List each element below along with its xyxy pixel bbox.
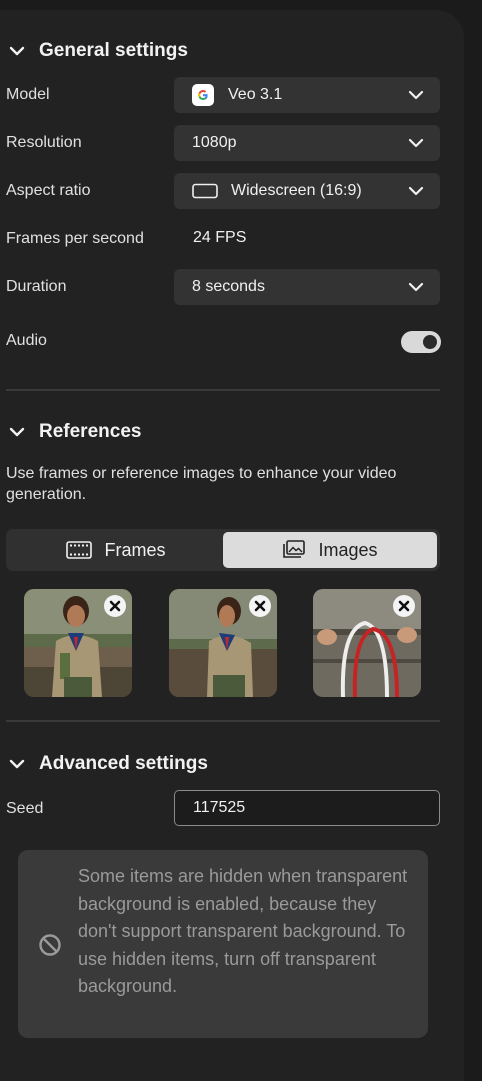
remove-image-button[interactable]: [393, 595, 415, 617]
aspect-ratio-select[interactable]: Widescreen (16:9): [174, 173, 440, 209]
aspect-ratio-label: Aspect ratio: [6, 182, 91, 199]
general-settings-header[interactable]: General settings: [8, 40, 188, 62]
model-select[interactable]: Veo 3.1: [174, 77, 440, 113]
audio-label: Audio: [6, 332, 47, 349]
chevron-down-icon: [408, 186, 424, 196]
tab-label: Frames: [104, 539, 166, 560]
references-description: Use frames or reference images to enhanc…: [6, 465, 397, 503]
remove-image-button[interactable]: [249, 595, 271, 617]
toggle-knob: [423, 335, 437, 349]
transparency-notice: Some items are hidden when transparent b…: [18, 850, 428, 1038]
duration-label: Duration: [6, 278, 67, 295]
advanced-settings-header[interactable]: Advanced settings: [8, 753, 208, 775]
chevron-down-icon: [408, 282, 424, 292]
resolution-select[interactable]: 1080p: [174, 125, 440, 161]
chevron-down-icon: [408, 138, 424, 148]
chevron-down-icon: [408, 90, 424, 100]
remove-image-button[interactable]: [104, 595, 126, 617]
prohibited-icon: [39, 934, 61, 956]
references-header[interactable]: References: [8, 421, 141, 443]
notice-text: Some items are hidden when transparent b…: [78, 866, 408, 996]
reference-image-1[interactable]: [24, 589, 132, 697]
chevron-down-icon: [9, 46, 25, 56]
reference-type-switch: Frames Images: [6, 529, 440, 571]
resolution-value: 1080p: [192, 134, 237, 151]
image-stack-icon: [283, 540, 306, 558]
divider: [6, 720, 440, 722]
audio-toggle[interactable]: [401, 331, 441, 353]
model-label: Model: [6, 86, 50, 103]
seed-input[interactable]: 117525: [174, 790, 440, 826]
tab-frames[interactable]: Frames: [9, 532, 223, 568]
seed-label: Seed: [6, 800, 44, 817]
resolution-label: Resolution: [6, 134, 82, 151]
model-value: Veo 3.1: [228, 86, 283, 103]
widescreen-icon: [192, 183, 218, 199]
fps-label: Frames per second: [6, 230, 144, 247]
scrollbar-track[interactable]: [464, 0, 482, 1081]
close-icon: [254, 600, 266, 612]
section-title: Advanced settings: [39, 753, 208, 774]
reference-image-3[interactable]: [313, 589, 421, 697]
section-title: General settings: [39, 40, 188, 61]
duration-select[interactable]: 8 seconds: [174, 269, 440, 305]
section-title: References: [39, 421, 142, 442]
reference-image-2[interactable]: [169, 589, 277, 697]
close-icon: [109, 600, 121, 612]
chevron-down-icon: [9, 759, 25, 769]
tab-label: Images: [318, 539, 378, 560]
film-strip-icon: [66, 541, 93, 559]
fps-value: 24 FPS: [193, 229, 247, 246]
close-icon: [398, 600, 410, 612]
divider: [6, 389, 440, 391]
aspect-ratio-value: Widescreen (16:9): [231, 182, 362, 199]
duration-value: 8 seconds: [192, 278, 265, 295]
google-g-icon: [192, 84, 214, 106]
tab-images[interactable]: Images: [223, 532, 437, 568]
chevron-down-icon: [9, 427, 25, 437]
